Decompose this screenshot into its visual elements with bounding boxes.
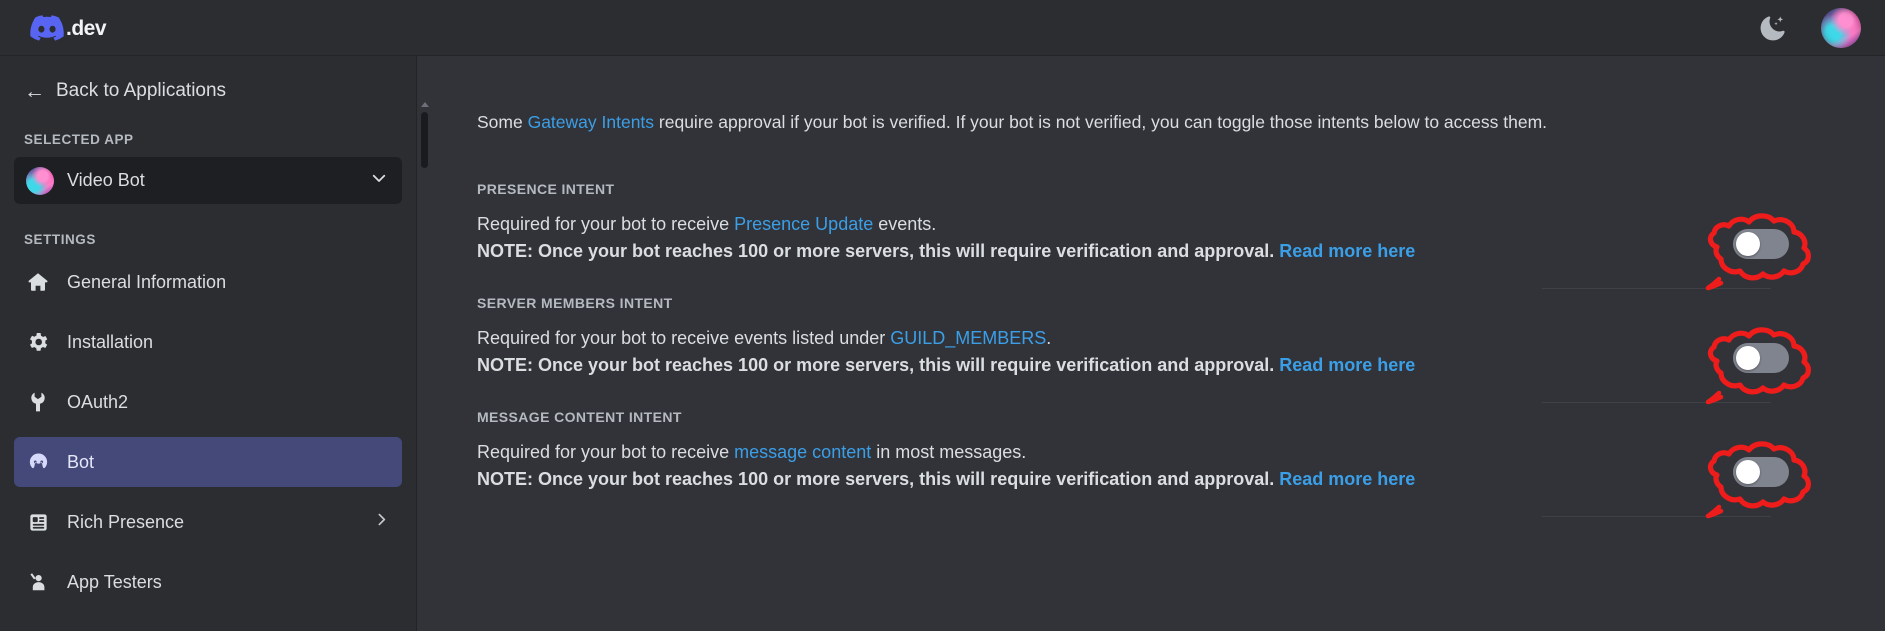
back-label: Back to Applications (56, 80, 227, 101)
note-prefix: NOTE: Once your bot reaches 100 or more … (477, 240, 1280, 261)
guild-members-link[interactable]: GUILD_MEMBERS (890, 328, 1046, 348)
scrollbar-track[interactable] (417, 56, 431, 631)
sidebar-item-label: General Information (67, 271, 227, 292)
selected-app-dropdown[interactable]: Video Bot (14, 157, 402, 204)
selected-app-name: Video Bot (67, 170, 145, 190)
server-members-intent-section: SERVER MEMBERS INTENT Required for your … (477, 295, 1885, 404)
app-shell: ← Back to Applications SELECTED APP Vide… (0, 56, 1885, 631)
discord-logo-icon (30, 14, 64, 41)
read-more-here-link[interactable]: Read more here (1279, 241, 1415, 261)
message-content-link[interactable]: message content (734, 442, 871, 462)
sidebar-item-label: OAuth2 (67, 391, 129, 412)
presence-update-link[interactable]: Presence Update (734, 214, 873, 234)
selected-app-heading: SELECTED APP (24, 132, 134, 147)
desc-before: Required for your bot to receive events … (477, 327, 891, 348)
sidebar: ← Back to Applications SELECTED APP Vide… (0, 56, 417, 631)
server-members-intent-toggle-area (1673, 309, 1869, 417)
home-icon (25, 269, 51, 295)
sidebar-item-oauth2[interactable]: OAuth2 (14, 377, 402, 427)
brand-suffix: .dev (66, 17, 107, 40)
note-prefix: NOTE: Once your bot reaches 100 or more … (477, 354, 1280, 375)
user-avatar[interactable] (1821, 7, 1861, 48)
gear-icon (25, 329, 51, 355)
desc-before: Required for your bot to receive (477, 441, 735, 462)
settings-heading: SETTINGS (24, 232, 96, 247)
desc-after: events. (873, 213, 937, 234)
presence-intent-section: PRESENCE INTENT Required for your bot to… (477, 181, 1885, 290)
back-to-applications-link[interactable]: ← Back to Applications (14, 56, 402, 124)
read-more-here-link[interactable]: Read more here (1279, 355, 1415, 375)
sidebar-item-app-testers[interactable]: App Testers (14, 557, 402, 607)
read-more-here-link[interactable]: Read more here (1279, 469, 1415, 489)
presence-intent-toggle-area (1673, 195, 1869, 303)
sidebar-item-label: Bot (67, 451, 95, 472)
bot-icon (25, 449, 51, 475)
intro-before: Some (477, 112, 528, 132)
sidebar-item-label: App Testers (67, 571, 162, 592)
intro-after: require approval if your bot is verified… (654, 112, 1548, 132)
sidebar-item-label: Installation (67, 331, 154, 352)
desc-before: Required for your bot to receive (477, 213, 735, 234)
toggle-knob (1736, 345, 1760, 370)
app-avatar-icon (26, 166, 54, 195)
desc-after: in most messages. (871, 441, 1027, 462)
sidebar-item-label: Rich Presence (67, 511, 185, 532)
main-content-wrapper: Some Gateway Intents require approval if… (417, 56, 1885, 631)
gateway-intents-link[interactable]: Gateway Intents (528, 112, 654, 132)
sidebar-item-rich-presence[interactable]: Rich Presence (14, 497, 402, 547)
arrow-left-icon: ← (24, 79, 45, 103)
scrollbar-thumb[interactable] (421, 112, 428, 168)
desc-after: . (1046, 327, 1052, 348)
scroll-up-arrow-icon[interactable] (421, 102, 429, 107)
sidebar-item-bot[interactable]: Bot (14, 437, 402, 487)
message-content-intent-toggle-area (1673, 423, 1869, 531)
sidebar-item-installation[interactable]: Installation (14, 317, 402, 367)
server-members-intent-toggle[interactable] (1733, 342, 1789, 373)
gateway-intents-intro: Some Gateway Intents require approval if… (477, 111, 1885, 135)
person-raise-hand-icon (25, 569, 51, 595)
top-bar-actions (1759, 7, 1861, 48)
moon-icon[interactable] (1759, 14, 1787, 42)
gateway-intents-panel: Some Gateway Intents require approval if… (431, 56, 1885, 631)
presence-intent-toggle[interactable] (1733, 228, 1789, 259)
message-content-intent-section: MESSAGE CONTENT INTENT Required for your… (477, 409, 1885, 518)
wrench-icon (25, 389, 51, 415)
card-list-icon (25, 509, 51, 535)
message-content-intent-toggle[interactable] (1733, 456, 1789, 487)
toggle-knob (1736, 231, 1760, 256)
chevron-right-icon (373, 511, 390, 533)
top-bar: .dev (0, 0, 1885, 56)
toggle-knob (1736, 459, 1760, 484)
chevron-down-icon (370, 169, 388, 192)
note-prefix: NOTE: Once your bot reaches 100 or more … (477, 468, 1280, 489)
brand-logo-link[interactable]: .dev (30, 14, 107, 41)
sidebar-item-general-information[interactable]: General Information (14, 257, 402, 307)
